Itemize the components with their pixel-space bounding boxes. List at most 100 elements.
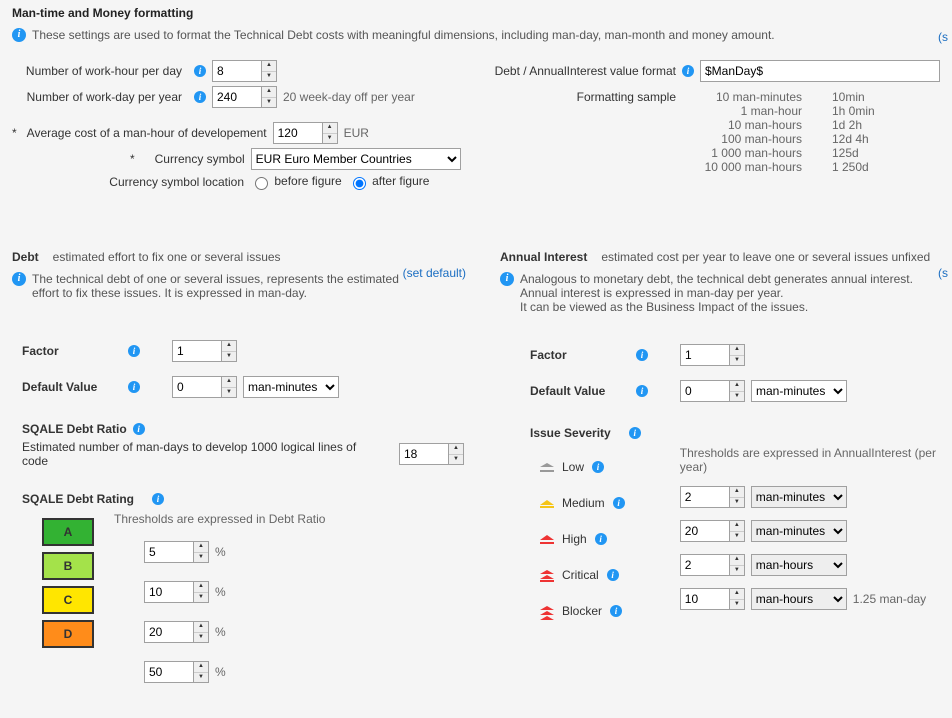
severity-threshold-input[interactable]: ▲▼ (680, 520, 745, 542)
spin-up-icon[interactable]: ▲ (730, 555, 744, 566)
spin-down-icon[interactable]: ▼ (730, 498, 744, 508)
spin-down-icon[interactable]: ▼ (262, 72, 276, 82)
info-icon: i (12, 272, 26, 286)
spin-down-icon[interactable]: ▼ (323, 134, 337, 144)
spin-down-icon[interactable]: ▼ (222, 352, 236, 362)
rating-threshold-input[interactable]: ▲▼ (144, 661, 209, 683)
debt-subtitle: estimated effort to fix one or several i… (53, 250, 281, 264)
severity-threshold-input[interactable]: ▲▼ (680, 486, 745, 508)
label-debt-default: Default Value (22, 380, 122, 394)
info-icon[interactable]: i (194, 91, 206, 103)
spin-up-icon[interactable]: ▲ (730, 381, 744, 392)
spin-up-icon[interactable]: ▲ (222, 377, 236, 388)
spin-up-icon[interactable]: ▲ (730, 521, 744, 532)
spin-up-icon[interactable]: ▲ (194, 662, 208, 673)
info-icon[interactable]: i (610, 605, 622, 617)
workhours-input[interactable]: ▲▼ (212, 60, 277, 82)
debt-desc: The technical debt of one or several iss… (32, 272, 412, 300)
info-icon[interactable]: i (613, 497, 625, 509)
severity-icon (540, 534, 554, 544)
rating-threshold-input[interactable]: ▲▼ (144, 541, 209, 563)
info-icon[interactable]: i (592, 461, 604, 473)
radio-after-figure[interactable]: after figure (348, 174, 430, 190)
avgcost-currency: EUR (344, 126, 369, 140)
label-avgcost: Average cost of a man-hour of developeme… (27, 126, 267, 140)
spin-down-icon[interactable]: ▼ (222, 388, 236, 398)
rating-threshold-input[interactable]: ▲▼ (144, 581, 209, 603)
set-default-link[interactable]: (set default) (403, 266, 466, 280)
rating-badge-a: A (42, 518, 94, 546)
spin-up-icon[interactable]: ▲ (222, 341, 236, 352)
severity-icon (540, 498, 554, 508)
info-icon: i (500, 272, 514, 286)
ai-desc: Analogous to monetary debt, the technica… (520, 272, 913, 314)
info-icon[interactable]: i (128, 381, 140, 393)
spin-up-icon[interactable]: ▲ (262, 87, 276, 98)
info-icon[interactable]: i (607, 569, 619, 581)
ai-default-input[interactable]: ▲▼ (680, 380, 745, 402)
spin-down-icon[interactable]: ▼ (730, 356, 744, 366)
spin-down-icon[interactable]: ▼ (730, 532, 744, 542)
severity-icon (540, 570, 554, 580)
spin-up-icon[interactable]: ▲ (194, 542, 208, 553)
label-workhours: Number of work-hour per day (12, 64, 188, 78)
ai-right-link[interactable]: (s (938, 266, 948, 280)
severity-unit-select[interactable]: man-hours (751, 554, 847, 576)
radio-before-figure[interactable]: before figure (250, 174, 342, 190)
info-icon[interactable]: i (152, 493, 164, 505)
spin-up-icon[interactable]: ▲ (730, 589, 744, 600)
format-sample-row: 10 man-hours1d 2h (692, 118, 875, 132)
info-icon: i (12, 28, 26, 42)
info-icon[interactable]: i (595, 533, 607, 545)
sqale-rating-title: SQALE Debt Rating (22, 492, 134, 506)
severity-icon (540, 462, 554, 472)
currency-symbol-select[interactable]: EUR Euro Member Countries (251, 148, 461, 170)
spin-down-icon[interactable]: ▼ (449, 455, 463, 465)
spin-up-icon[interactable]: ▲ (730, 487, 744, 498)
debt-default-unit-select[interactable]: man-minutes (243, 376, 339, 398)
spin-down-icon[interactable]: ▼ (730, 392, 744, 402)
info-icon[interactable]: i (629, 427, 641, 439)
ai-factor-input[interactable]: ▲▼ (680, 344, 745, 366)
spin-up-icon[interactable]: ▲ (323, 123, 337, 134)
spin-down-icon[interactable]: ▼ (730, 600, 744, 610)
severity-threshold-input[interactable]: ▲▼ (680, 554, 745, 576)
spin-down-icon[interactable]: ▼ (730, 566, 744, 576)
spin-up-icon[interactable]: ▲ (194, 622, 208, 633)
ai-default-unit-select[interactable]: man-minutes (751, 380, 847, 402)
spin-up-icon[interactable]: ▲ (730, 345, 744, 356)
format-input[interactable] (700, 60, 940, 82)
workdays-input[interactable]: ▲▼ (212, 86, 277, 108)
info-icon[interactable]: i (636, 385, 648, 397)
spin-down-icon[interactable]: ▼ (262, 98, 276, 108)
rating-badge-c: C (42, 586, 94, 614)
debt-factor-input[interactable]: ▲▼ (172, 340, 237, 362)
severity-unit-select[interactable]: man-minutes (751, 486, 847, 508)
required-icon: * (130, 152, 135, 166)
spin-up-icon[interactable]: ▲ (194, 582, 208, 593)
format-sample-row: 1 man-hour1h 0min (692, 104, 875, 118)
debt-default-input[interactable]: ▲▼ (172, 376, 237, 398)
spin-down-icon[interactable]: ▼ (194, 553, 208, 563)
info-icon[interactable]: i (133, 423, 145, 435)
avgcost-input[interactable]: ▲▼ (273, 122, 338, 144)
info-icon[interactable]: i (682, 65, 694, 77)
format-sample-row: 1 000 man-hours125d (692, 146, 875, 160)
severity-unit-select[interactable]: man-minutes (751, 520, 847, 542)
spin-down-icon[interactable]: ▼ (194, 673, 208, 683)
mantime-desc: These settings are used to format the Te… (32, 28, 775, 42)
sqale-ratio-title: SQALE Debt Ratio (22, 422, 127, 436)
spin-down-icon[interactable]: ▼ (194, 593, 208, 603)
sqale-ratio-input[interactable]: ▲▼ (399, 443, 464, 465)
top-right-link[interactable]: (s (938, 30, 948, 44)
spin-down-icon[interactable]: ▼ (194, 633, 208, 643)
severity-threshold-row: ▲▼ man-hours (680, 550, 940, 580)
info-icon[interactable]: i (636, 349, 648, 361)
spin-up-icon[interactable]: ▲ (449, 444, 463, 455)
info-icon[interactable]: i (194, 65, 206, 77)
rating-threshold-input[interactable]: ▲▼ (144, 621, 209, 643)
spin-up-icon[interactable]: ▲ (262, 61, 276, 72)
severity-unit-select[interactable]: man-hours (751, 588, 847, 610)
info-icon[interactable]: i (128, 345, 140, 357)
severity-threshold-input[interactable]: ▲▼ (680, 588, 745, 610)
